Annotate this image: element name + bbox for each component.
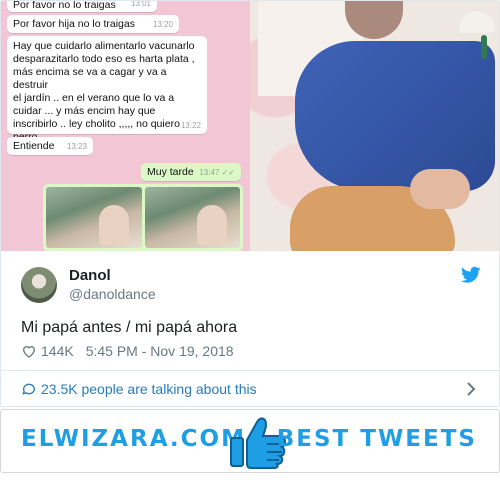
puppy-head xyxy=(298,201,353,251)
chat-message: Por favor no lo traigas 13:01 xyxy=(7,1,157,12)
site-name[interactable]: ELWIZARA.COM xyxy=(21,426,246,452)
author-name[interactable]: Danol xyxy=(69,267,111,284)
chat-message: Hay que cuidarlo alimentarlo vacunarlo d… xyxy=(7,36,207,143)
chat-message-text: Entiende xyxy=(13,140,55,152)
chat-message-time: 13:20 xyxy=(152,20,173,29)
chat-photo-thumbnail xyxy=(46,187,142,248)
lamp xyxy=(459,11,495,33)
chat-photo-pair xyxy=(43,184,243,251)
twitter-bird-icon[interactable] xyxy=(461,266,481,284)
tweet-text: Mi papá antes / mi papá ahora xyxy=(21,319,238,336)
divider xyxy=(1,370,499,371)
chat-message-text: Por favor no lo traigas xyxy=(13,1,116,11)
lamp-stand xyxy=(481,35,487,59)
speech-bubble-icon xyxy=(22,383,35,395)
chat-message-text: Muy tarde xyxy=(147,166,194,178)
tweet-header: Danol @danoldance xyxy=(21,264,481,304)
conversation-count: 23.5K people are talking about this xyxy=(41,381,257,397)
tweet-media[interactable]: Por favor no lo traigas 13:01 Por favor … xyxy=(1,1,499,251)
chat-message-text: Por favor hija no lo traigas xyxy=(13,18,135,30)
chat-message-time: 13:22 xyxy=(180,121,201,130)
chat-screenshot: Por favor no lo traigas 13:01 Por favor … xyxy=(1,1,250,251)
avatar[interactable] xyxy=(21,267,57,303)
chevron-right-icon[interactable] xyxy=(465,380,477,398)
conversation-link[interactable]: 23.5K people are talking about this xyxy=(21,380,257,398)
chat-message-time: 13:01 xyxy=(130,1,151,8)
heart-icon[interactable] xyxy=(21,343,37,359)
banner-tagline: BEST TWEETS xyxy=(276,426,477,452)
hand xyxy=(410,169,470,209)
chat-message-time: 13:47 ✓✓ xyxy=(199,168,235,177)
like-count[interactable]: 144K xyxy=(41,343,74,359)
tweet-timestamp[interactable]: 5:45 PM - Nov 19, 2018 xyxy=(86,343,234,359)
author-handle[interactable]: @danoldance xyxy=(69,286,156,302)
blue-shirt xyxy=(295,41,495,191)
chat-message-time: 13:23 xyxy=(66,142,87,151)
chat-sent-message: Muy tarde 13:47 ✓✓ xyxy=(141,163,241,181)
chat-message: Por favor hija no lo traigas 13:20 xyxy=(7,15,179,33)
elwizara-banner: ELWIZARA.COM BEST TWEETS xyxy=(0,409,500,473)
chat-message: Entiende 13:23 xyxy=(7,137,93,155)
chat-message-text: Hay que cuidarlo alimentarlo vacunarlo d… xyxy=(13,40,195,143)
chat-photo-thumbnail xyxy=(144,187,240,248)
tweet-card: Por favor no lo traigas 13:01 Por favor … xyxy=(0,0,500,407)
tweet-meta: 144K 5:45 PM - Nov 19, 2018 xyxy=(21,342,234,360)
father-with-dog-photo xyxy=(250,1,499,251)
